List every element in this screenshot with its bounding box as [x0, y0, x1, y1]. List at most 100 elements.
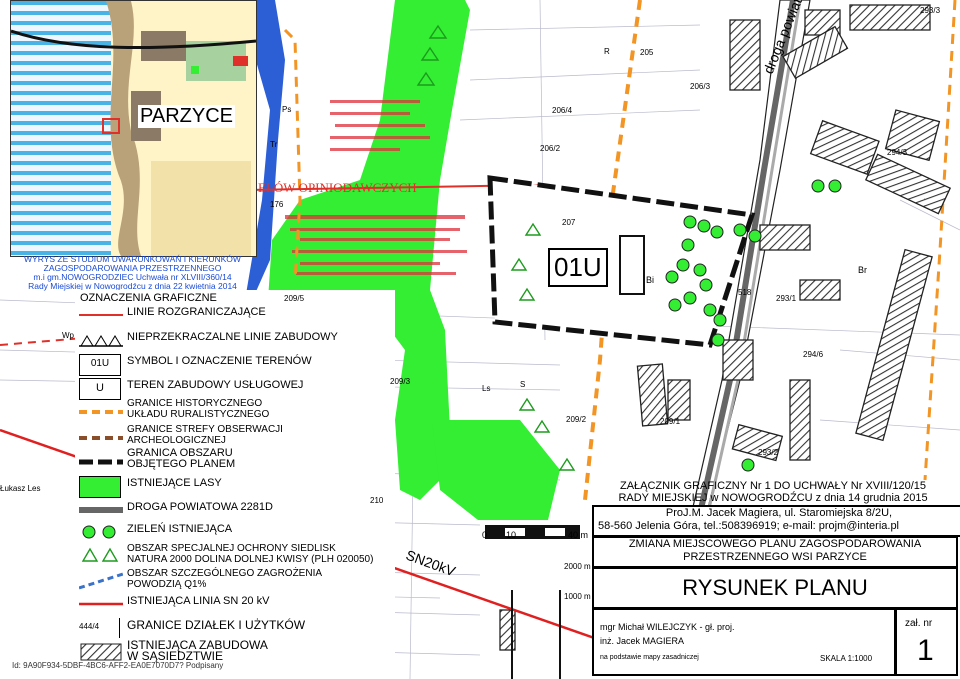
legend-item-road: DROGA POWIATOWA 2281D [75, 498, 395, 522]
parcel-label: 206/3 [690, 82, 711, 91]
parcel-label: 210 [370, 496, 384, 505]
legend-label: OBSZAR SPECJALNEJ OCHRONY SIEDLISK NATUR… [127, 543, 374, 565]
land-use-label: Ls [482, 384, 491, 393]
parcel-label: 206/2 [540, 144, 561, 153]
parcel-label: 207 [562, 218, 576, 227]
parcel-symbol: 444/4 [79, 618, 120, 638]
legend-label: ZIELEŃ ISTNIEJĄCA [127, 523, 233, 535]
parcel-label: 205 [640, 48, 654, 57]
legend-label: ISTNIEJĄCA ZABUDOWA W SĄSIEDZTWIE [127, 638, 268, 663]
legend-label: ISTNIEJĄCA LINIA SN 20 kV [127, 595, 270, 607]
author-line: mgr Michał WILEJCZYK - gł. proj. [600, 622, 735, 632]
parcel-label: 209/5 [284, 294, 305, 303]
land-use-label: Br [858, 265, 867, 275]
opinion-stamp: ELÓW OPINIODAWCZYCH [258, 180, 417, 195]
inset-caption: WYRYS ZE STUDIUM UWARUNKOWAŃ I KIERUNKÓW… [10, 255, 255, 291]
zone-label-01u: 01U [548, 248, 608, 287]
black-dash-symbol [79, 459, 123, 465]
forest-symbol [79, 476, 121, 498]
triangles-line-symbol [79, 335, 123, 347]
legend-item-forest: ISTNIEJĄCE LASY [75, 474, 395, 498]
land-use-label: Ps [282, 105, 292, 114]
annex-line: ZAŁĄCZNIK GRAFICZNY Nr 1 DO UCHWAŁY Nr X… [619, 480, 927, 492]
legend-label: LINIE ROZGRANICZAJĄCE [127, 306, 266, 318]
scale-tick: 40 m [568, 530, 589, 540]
parcel-label: 294/3 [887, 148, 908, 157]
scale-tick: 0 [482, 530, 488, 540]
orange-dash-symbol [79, 410, 123, 414]
land-use-label: Tr [270, 140, 278, 149]
land-use-label: S [520, 380, 526, 389]
drawing-title: RYSUNEK PLANU [682, 575, 868, 600]
designer-box: ProJ.M. Jacek Magiera, ul. Staromiejska … [592, 505, 960, 537]
authors-box: mgr Michał WILEJCZYK - gł. proj. inż. Ja… [592, 608, 896, 676]
parcel-label: 293/2 [758, 448, 779, 457]
brown-dash-symbol [79, 436, 123, 440]
symbol-u-box: U [79, 378, 121, 400]
inset-place-label: PARZYCE [138, 105, 235, 128]
plan-name-line: ZMIANA MIEJSCOWEGO PLANU ZAGOSPODAROWANI… [628, 538, 922, 550]
legend-label: NIEPRZEKRACZALNE LINIE ZABUDOWY [127, 331, 338, 343]
blue-dash-symbol [79, 572, 123, 590]
legend-label: ISTNIEJĄCE LASY [127, 477, 222, 489]
left-map-label: Łukasz Les [0, 484, 41, 493]
legend-label: GRANICA OBSZARU OBJĘTEGO PLANEM [127, 447, 236, 470]
legend-label: OBSZAR SZCZEGÓLNEGO ZAGROŻENIA POWODZIĄ … [127, 568, 323, 590]
building-symbol [80, 643, 122, 661]
parcel-label: 209/2 [566, 415, 587, 424]
legend-item-service: U TEREN ZABUDOWY USŁUGOWEJ [75, 376, 395, 400]
legend-item-parcels: 444/4 GRANICE DZIAŁEK I UŻYTKÓW [75, 616, 395, 640]
parcel-label: 209/1 [660, 417, 681, 426]
plan-name-line: PRZESTRZENNEGO WSI PARZYCE [683, 551, 867, 563]
designer-line: ProJ.M. Jacek Magiera, ul. Staromiejska … [665, 507, 893, 519]
designer-line: 58-560 Jelenia Góra, tel.:508396919; e-m… [598, 520, 900, 532]
annex-line: RADY MIEJSKIEJ w NOWOGRODŹCU z dnia 14 g… [618, 492, 928, 504]
symbol-01u-box: 01U [79, 354, 121, 376]
author-line: inż. Jacek MAGIERA [600, 636, 685, 646]
plan-name-box: ZMIANA MIEJSCOWEGO PLANU ZAGOSPODAROWANI… [592, 536, 958, 568]
scale-bar [485, 525, 580, 539]
land-use-label: Bi [646, 275, 655, 285]
land-use-label: Wp [62, 331, 74, 340]
scale-side-label: 2000 m [564, 562, 591, 571]
land-use-label: R [604, 47, 610, 56]
parcel-label: 294/6 [803, 350, 824, 359]
green-triangles-symbol [81, 547, 119, 562]
legend-label: GRANICE STREFY OBSERWACJI ARCHEOLOGICZNE… [127, 424, 283, 446]
scale-tick: 10 [506, 530, 517, 540]
annex-number-box: zał. nr 1 [895, 608, 958, 676]
legend-label: GRANICE DZIAŁEK I UŻYTKÓW [127, 618, 306, 632]
legend-label: SYMBOL I OZNACZENIE TERENÓW [127, 355, 312, 367]
bottom-left-id: Id: 9A90F934-5DBF-4BC6-AFF2-EA0E7070D7? … [12, 661, 224, 670]
legend-item-historic: GRANICE HISTORYCZNEGO UKŁADU RURALISTYCZ… [75, 398, 395, 424]
legend-item-red-line: LINIE ROZGRANICZAJĄCE [75, 303, 395, 327]
legend-item-symbol: 01U SYMBOL I OZNACZENIE TERENÓW [75, 352, 395, 376]
legend-item-building-line: NIEPRZEKRACZALNE LINIE ZABUDOWY [75, 328, 395, 352]
parcel-label: 518 [738, 288, 752, 297]
legend-item-powerline: ISTNIEJĄCA LINIA SN 20 kV [75, 592, 395, 616]
red-line-symbol [79, 314, 123, 316]
scale-side-label: 1000 m [564, 592, 591, 601]
red-solid-symbol [79, 602, 123, 606]
legend-item-natura: OBSZAR SPECJALNEJ OCHRONY SIEDLISK NATUR… [75, 543, 395, 569]
parcel-label: 293/3 [920, 6, 941, 15]
parcel-label: 206/4 [552, 106, 573, 115]
parcel-label: 176 [270, 200, 284, 209]
annex-number: 1 [917, 634, 934, 667]
drawing-title-box: RYSUNEK PLANU [592, 567, 958, 609]
legend-item-trees: ZIELEŃ ISTNIEJĄCA [75, 520, 395, 544]
green-dots-symbol [82, 525, 116, 539]
legend-item-archaeo: GRANICE STREFY OBSERWACJI ARCHEOLOGICZNE… [75, 424, 395, 450]
inset-graphics [11, 1, 256, 256]
basemap-note: na podstawie mapy zasadniczej [600, 654, 699, 661]
legend-label: GRANICE HISTORYCZNEGO UKŁADU RURALISTYCZ… [127, 398, 270, 420]
legend-item-plan-boundary: GRANICA OBSZARU OBJĘTEGO PLANEM [75, 448, 395, 474]
legend-item-flood: OBSZAR SZCZEGÓLNEGO ZAGROŻENIA POWODZIĄ … [75, 568, 395, 594]
parcel-label: 209/3 [390, 377, 411, 386]
annex-note: ZAŁĄCZNIK GRAFICZNY Nr 1 DO UCHWAŁY Nr X… [593, 480, 953, 504]
annex-number-label: zał. nr [905, 618, 933, 629]
inset-map: PARZYCE [10, 0, 257, 257]
legend-label: TEREN ZABUDOWY USŁUGOWEJ [127, 379, 304, 391]
legend-label: DROGA POWIATOWA 2281D [127, 501, 273, 513]
parcel-label: 293/1 [776, 294, 797, 303]
